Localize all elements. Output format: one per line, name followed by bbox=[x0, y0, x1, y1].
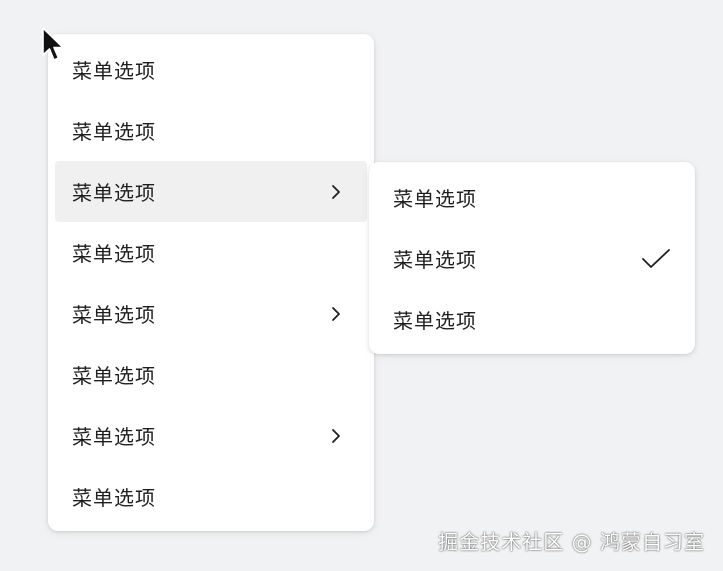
menu-item-label: 菜单选项 bbox=[72, 242, 156, 266]
submenu: 菜单选项 菜单选项 菜单选项 bbox=[369, 162, 695, 354]
menu-item-label: 菜单选项 bbox=[72, 486, 156, 510]
menu-item-8[interactable]: 菜单选项 bbox=[55, 466, 367, 527]
chevron-right-icon bbox=[332, 306, 340, 321]
menu-item-label: 菜单选项 bbox=[72, 364, 156, 388]
mouse-cursor-icon bbox=[42, 27, 64, 61]
menu-item-label: 菜单选项 bbox=[72, 181, 156, 205]
watermark-text: 掘金技术社区 @ 鸿蒙自习室 bbox=[438, 530, 705, 554]
menu-item-label: 菜单选项 bbox=[72, 120, 156, 144]
submenu-item-label: 菜单选项 bbox=[393, 187, 477, 211]
menu-item-label: 菜单选项 bbox=[72, 303, 156, 327]
submenu-item-3[interactable]: 菜单选项 bbox=[369, 289, 695, 350]
menu-item-1[interactable]: 菜单选项 bbox=[55, 39, 367, 100]
menu-item-2[interactable]: 菜单选项 bbox=[55, 100, 367, 161]
menu-item-4[interactable]: 菜单选项 bbox=[55, 222, 367, 283]
menu-item-6[interactable]: 菜单选项 bbox=[55, 344, 367, 405]
menu-item-7-submenu[interactable]: 菜单选项 bbox=[55, 405, 367, 466]
menu-item-5-submenu[interactable]: 菜单选项 bbox=[55, 283, 367, 344]
menu-item-label: 菜单选项 bbox=[72, 59, 156, 83]
submenu-item-1[interactable]: 菜单选项 bbox=[369, 167, 695, 228]
chevron-right-icon bbox=[332, 184, 340, 199]
submenu-item-label: 菜单选项 bbox=[393, 248, 477, 272]
menu-item-label: 菜单选项 bbox=[72, 425, 156, 449]
chevron-right-icon bbox=[332, 428, 340, 443]
menu-item-3-submenu[interactable]: 菜单选项 bbox=[55, 161, 367, 222]
submenu-item-2-checked[interactable]: 菜单选项 bbox=[369, 228, 695, 289]
context-menu: 菜单选项 菜单选项 菜单选项 菜单选项 菜单选项 菜单选项 菜单选项 菜单选项 bbox=[48, 34, 374, 531]
checkmark-icon bbox=[642, 248, 670, 268]
submenu-item-label: 菜单选项 bbox=[393, 309, 477, 333]
